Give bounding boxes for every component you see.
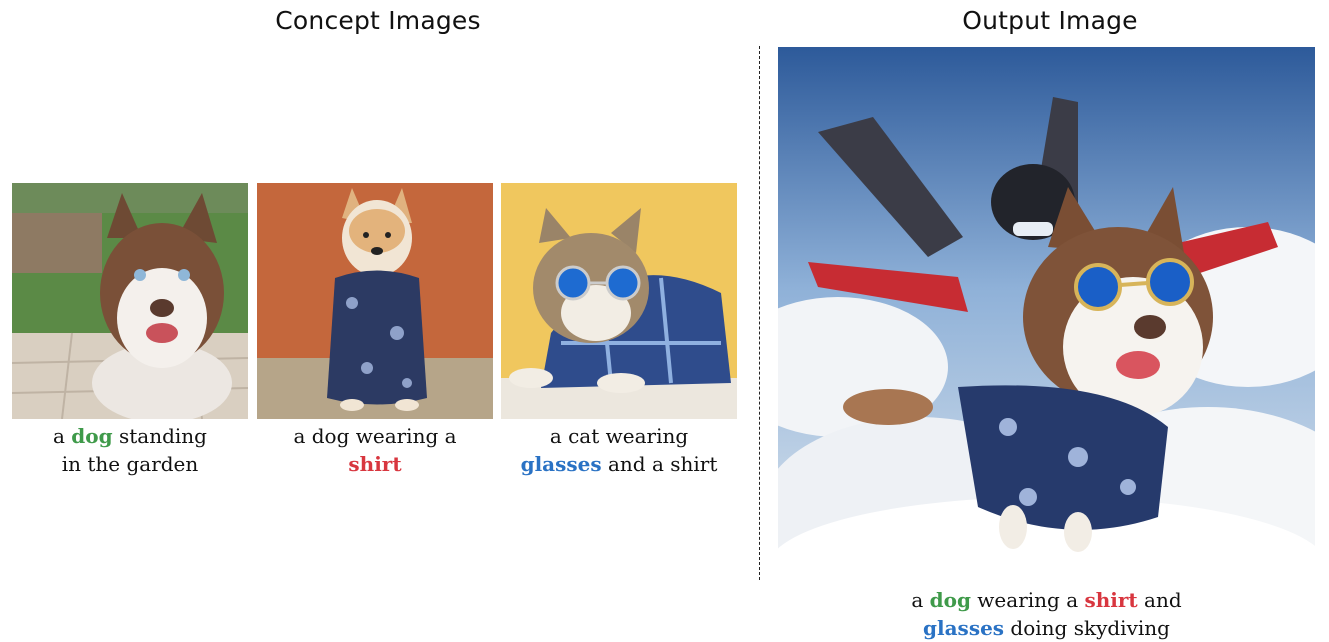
keyword-glasses: glasses <box>923 616 1005 640</box>
caption-text: a <box>911 588 930 612</box>
caption-text: and a shirt <box>601 452 718 476</box>
dashed-divider <box>759 46 760 580</box>
concept-image-dog <box>12 183 248 419</box>
output-image-heading: Output Image <box>962 6 1138 35</box>
concept-image-cat <box>501 183 737 419</box>
concept-image-shirt <box>257 183 493 419</box>
caption-text: wearing a <box>970 588 1085 612</box>
caption-output: a dog wearing a shirt and glasses doing … <box>830 586 1263 642</box>
keyword-shirt: shirt <box>348 452 402 476</box>
concept-images-heading: Concept Images <box>275 6 481 35</box>
caption-text: doing skydiving <box>1004 616 1170 640</box>
caption-text: in the garden <box>61 452 199 476</box>
caption-concept-glasses: a cat wearing glasses and a shirt <box>488 422 750 478</box>
keyword-dog: dog <box>71 424 113 448</box>
keyword-glasses: glasses <box>520 452 602 476</box>
caption-text: a <box>53 424 72 448</box>
caption-text: a dog wearing a <box>293 424 457 448</box>
output-image-skydiving <box>778 47 1315 584</box>
caption-text: a cat wearing <box>549 424 689 448</box>
caption-text: and <box>1137 588 1182 612</box>
caption-concept-dog: a dog standing in the garden <box>5 422 255 478</box>
caption-concept-shirt: a dog wearing a shirt <box>250 422 500 478</box>
caption-text: standing <box>112 424 207 448</box>
keyword-shirt: shirt <box>1084 588 1138 612</box>
keyword-dog: dog <box>929 588 971 612</box>
